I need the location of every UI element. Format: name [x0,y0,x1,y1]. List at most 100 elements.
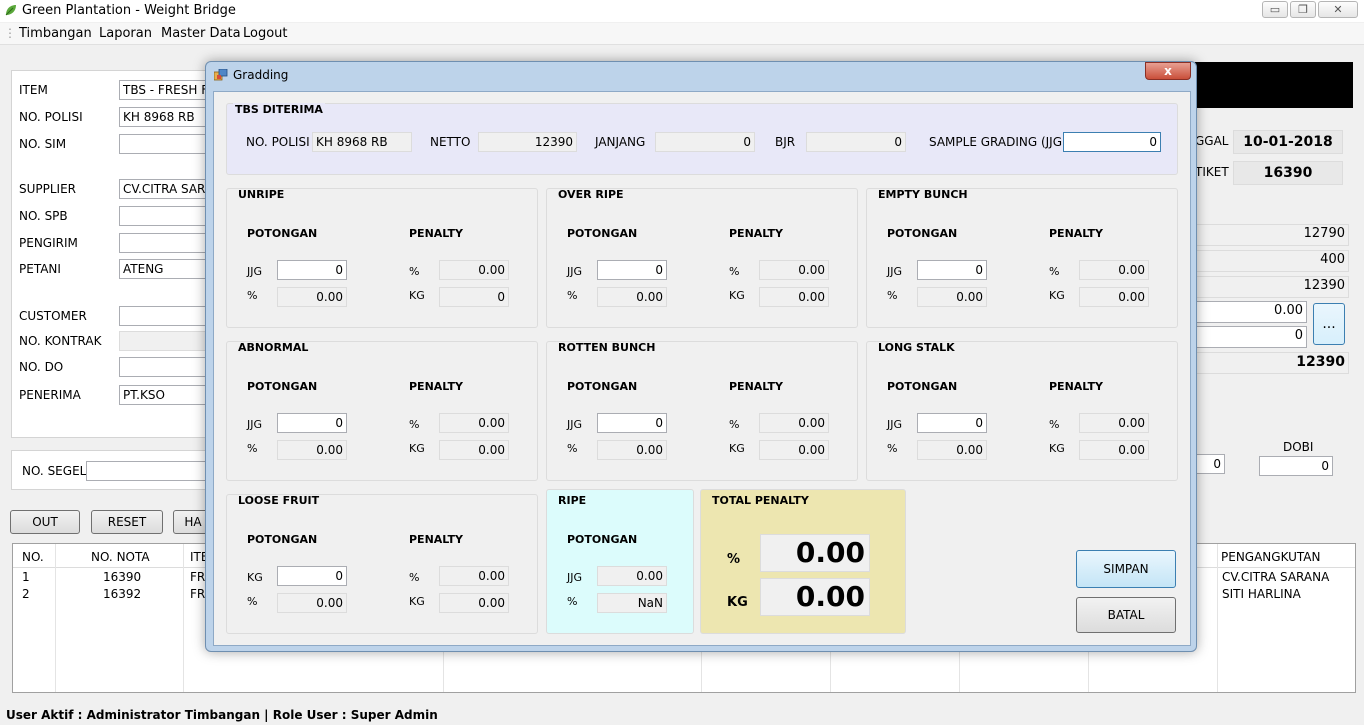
over-ripe-penalty-pct-field: 0.00 [759,260,829,280]
row-item: FR [190,587,206,601]
no-spb-field[interactable] [119,206,219,226]
penerima-field[interactable]: PT.KSO [119,385,219,405]
close-button[interactable]: ✕ [1318,1,1358,18]
penalty-label: PENALTY [729,227,783,240]
col-no[interactable]: NO. [22,550,44,564]
dobi-label: DOBI [1283,440,1314,454]
kg-label: KG [247,571,263,584]
empty-bunch-jjg-input[interactable]: 0 [917,260,987,280]
pct-label: % [567,442,578,455]
customer-field[interactable] [119,306,219,326]
menu-laporan[interactable]: Laporan [99,26,152,41]
out-button[interactable]: OUT [10,510,80,534]
abnormal-jjg-input[interactable]: 0 [277,413,347,433]
loose-fruit-penalty-kg-field: 0.00 [439,593,509,613]
batal-button[interactable]: BATAL [1076,597,1176,633]
penalty-label: PENALTY [409,227,463,240]
penalty-label: PENALTY [409,380,463,393]
empty-bunch-penalty-kg-field: 0.00 [1079,287,1149,307]
petani-field[interactable]: ATENG [119,259,219,279]
unripe-group: UNRIPE POTONGAN PENALTY JJG 0 % 0.00 % 0… [226,188,538,328]
weight-display [1195,62,1353,108]
empty-bunch-group: EMPTY BUNCH POTONGAN PENALTY JJG 0 % 0.0… [866,188,1178,328]
pengirim-field[interactable] [119,233,219,253]
petani-label: PETANI [19,262,61,276]
over-ripe-title: OVER RIPE [558,188,624,201]
rotten-bunch-penalty-pct-field: 0.00 [759,413,829,433]
simpan-button[interactable]: SIMPAN [1076,550,1176,588]
no-kontrak-field[interactable] [119,331,219,351]
reset-button[interactable]: RESET [91,510,163,534]
jjg-label: JJG [887,265,903,278]
pct-label: % [1049,265,1060,278]
penalty-label: PENALTY [729,380,783,393]
over-ripe-jjg-input[interactable]: 0 [597,260,667,280]
grid-divider [1217,544,1218,692]
maximize-button[interactable]: ❐ [1290,1,1316,18]
dobi-field[interactable]: 0 [1259,456,1333,476]
sample-grading-input[interactable]: 0 [1063,132,1161,152]
item-field[interactable]: TBS - FRESH FR [119,80,219,100]
abnormal-penalty-kg-field: 0.00 [439,440,509,460]
no-segel-field[interactable] [86,461,216,481]
long-stalk-jjg-input[interactable]: 0 [917,413,987,433]
kg-label: KG [729,289,745,302]
no-sim-field[interactable] [119,134,219,154]
tanggal-label: GGAL [1195,134,1229,148]
over-ripe-pct-field: 0.00 [597,287,667,307]
potongan-label: POTONGAN [887,227,958,240]
jjg-label: JJG [567,265,583,278]
over-ripe-group: OVER RIPE POTONGAN PENALTY JJG 0 % 0.00 … [546,188,858,328]
row-nota: 16390 [103,570,142,584]
unripe-penalty-kg-field: 0 [439,287,509,307]
menu-timbangan[interactable]: Timbangan [19,26,92,41]
tbs-no-polisi-field: KH 8968 RB [312,132,412,152]
total-penalty-title: TOTAL PENALTY [710,494,811,507]
total-penalty-group: TOTAL PENALTY % 0.00 KG 0.00 [700,489,906,634]
loose-fruit-title: LOOSE FRUIT [238,494,320,507]
no-polisi-field[interactable]: KH 8968 RB [119,107,219,127]
loose-fruit-kg-input[interactable]: 0 [277,566,347,586]
row-no: 1 [22,570,30,584]
tanggal-field: 10-01-2018 [1233,130,1343,154]
jjg-label: JJG [567,571,583,584]
rotten-bunch-jjg-input[interactable]: 0 [597,413,667,433]
status-bar: User Aktif : Administrator Timbangan | R… [0,708,1364,725]
no-do-field[interactable] [119,357,219,377]
row-nota: 16392 [103,587,142,601]
form-icon [214,69,228,81]
potongan-label: POTONGAN [567,380,638,393]
long-stalk-pct-field: 0.00 [917,440,987,460]
ripe-pct-field: NaN [597,593,667,613]
supplier-field[interactable]: CV.CITRA SARA [119,179,219,199]
potongan-label: POTONGAN [247,380,318,393]
minimize-button[interactable]: ▭ [1262,1,1288,18]
tbs-janjang-field: 0 [655,132,755,152]
tbs-bjr-field: 0 [806,132,906,152]
potongan-kg-field[interactable]: 0 [1195,326,1307,348]
no-kontrak-label: NO. KONTRAK [19,334,102,348]
potongan-pct-field[interactable]: 0.00 [1195,301,1307,323]
right-panel: GGAL 10-01-2018 TIKET 16390 12790 400 12… [1183,118,1355,488]
dialog-close-button[interactable]: x [1145,62,1191,80]
total-pct-field: 0.00 [760,534,870,572]
menu-bar: ⋮ Timbangan Laporan Master Data Logout [0,23,1364,45]
long-stalk-title: LONG STALK [878,341,955,354]
pct-label: % [729,418,740,431]
col-no-nota[interactable]: NO. NOTA [91,550,150,564]
grading-ellipsis-button[interactable]: ... [1313,303,1345,345]
potongan-label: POTONGAN [247,227,318,240]
menu-master-data[interactable]: Master Data [161,26,241,41]
col-pengangkutan[interactable]: PENGANGKUTAN [1221,550,1321,564]
supplier-label: SUPPLIER [19,182,77,196]
form-panel: ITEM TBS - FRESH FR NO. POLISI KH 8968 R… [11,70,219,438]
menu-logout[interactable]: Logout [243,26,288,41]
bruto-field: 12790 [1195,224,1349,246]
over-ripe-penalty-kg-field: 0.00 [759,287,829,307]
unripe-jjg-input[interactable]: 0 [277,260,347,280]
no-segel-label: NO. SEGEL [22,464,87,478]
kg-label: KG [409,595,425,608]
long-stalk-group: LONG STALK POTONGAN PENALTY JJG 0 % 0.00… [866,341,1178,481]
no-spb-label: NO. SPB [19,209,68,223]
tbs-bjr-label: BJR [775,135,796,149]
